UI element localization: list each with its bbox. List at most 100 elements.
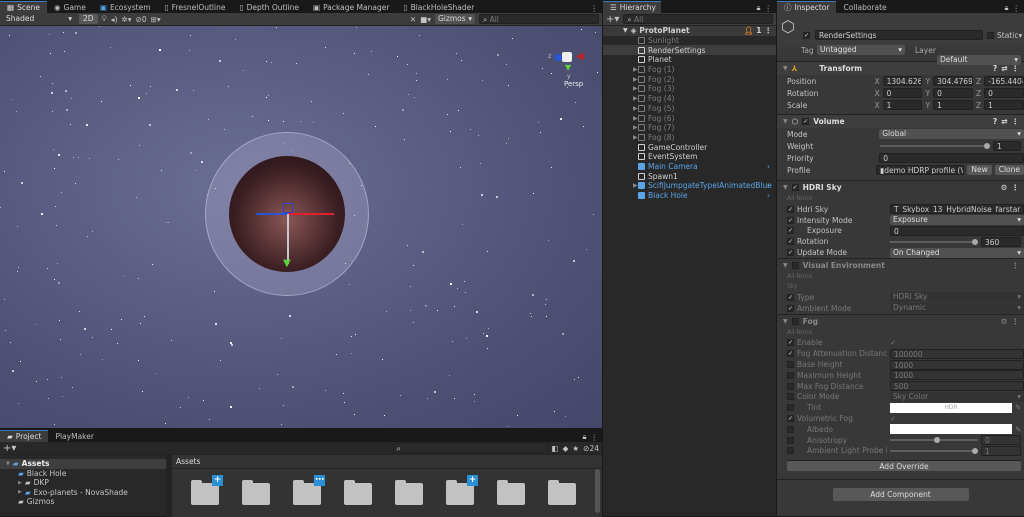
override-checkbox[interactable]: ✓ <box>787 294 794 301</box>
object-name-input[interactable]: RenderSettings <box>815 30 983 40</box>
none-link[interactable]: None <box>796 195 812 202</box>
position-x-input[interactable]: 1304.626 <box>883 76 923 86</box>
more-menu-icon[interactable]: ⋮ <box>765 26 777 35</box>
more-menu-icon[interactable]: ⋮ <box>1012 183 1024 192</box>
axis-y-cone[interactable]: ▼ <box>565 63 571 72</box>
expand-arrow-icon[interactable]: ▶ <box>633 105 638 112</box>
update-dropdown[interactable]: On Changed <box>890 248 1024 258</box>
more-menu-icon[interactable]: ⋮ <box>1012 64 1024 73</box>
shading-dropdown[interactable]: Shaded <box>3 14 75 24</box>
rotation-y-input[interactable]: 0 <box>933 88 973 98</box>
hierarchy-item[interactable]: Main Camera› <box>603 162 776 172</box>
more-menu-icon[interactable]: ⋮ <box>591 4 603 13</box>
active-checkbox[interactable]: ✓ <box>803 32 810 39</box>
filter-label-icon[interactable]: ◆ <box>563 444 569 453</box>
position-y-input[interactable]: 304.4769 <box>933 76 973 86</box>
camera-icon[interactable]: ■▾ <box>420 15 431 24</box>
folder-icon[interactable]: + <box>191 483 219 505</box>
rotation-slider[interactable] <box>890 241 978 243</box>
aniso-slider[interactable] <box>890 439 978 441</box>
chevron-right-icon[interactable]: › <box>767 191 770 200</box>
hierarchy-item[interactable]: Spawn1 <box>603 171 776 181</box>
override-checkbox[interactable]: ✓ <box>787 339 794 346</box>
settings-icon[interactable]: ⚙ <box>1001 317 1008 326</box>
expand-arrow-icon[interactable]: ▶ <box>633 115 638 122</box>
mode-dropdown[interactable]: Global <box>879 129 1024 139</box>
volume-enabled-checkbox[interactable]: ✓ <box>802 118 809 125</box>
foldout-arrow-icon[interactable]: ▼ <box>783 65 788 72</box>
tab-package-manager[interactable]: ▣Package Manager <box>306 1 396 13</box>
override-checkbox[interactable]: ✓ <box>787 206 794 213</box>
hierarchy-item[interactable]: ▶Fog (3) <box>603 84 776 94</box>
probe-input[interactable]: 1 <box>981 446 1021 456</box>
override-checkbox[interactable] <box>787 426 794 433</box>
tab-depth-outline[interactable]: ▯Depth Outline <box>232 1 306 13</box>
fog-checkbox[interactable] <box>792 318 799 325</box>
hierarchy-item[interactable]: ▶Fog (2) <box>603 74 776 84</box>
override-checkbox[interactable]: ✓ <box>787 227 794 234</box>
visual-env-checkbox[interactable] <box>792 262 799 269</box>
project-tree-item[interactable]: ▼▰Assets <box>0 459 166 469</box>
override-checkbox[interactable]: ✓ <box>787 249 794 256</box>
more-menu-icon[interactable]: ⋮ <box>1012 117 1024 126</box>
expand-arrow-icon[interactable]: ▶ <box>633 66 638 73</box>
rotation-z-input[interactable]: 0 <box>984 88 1024 98</box>
hierarchy-item[interactable]: ▶Fog (4) <box>603 94 776 104</box>
hidden-packages-icon[interactable]: ⊘24 <box>583 444 599 453</box>
exposure-input[interactable]: 0 <box>890 226 1024 236</box>
sky-input[interactable]: T_Skybox_13_HybridNoise_farstar <box>890 204 1024 214</box>
add-override-button[interactable]: Add Override <box>787 460 1021 471</box>
expand-arrow-icon[interactable]: ▶ <box>633 95 638 102</box>
project-tree-item[interactable]: ▶▰Exo-planets - NovaShade <box>0 488 166 498</box>
hierarchy-item[interactable]: Sunlight <box>603 36 776 46</box>
tab-fresnel-outline[interactable]: ▯FresnelOutline <box>158 1 233 13</box>
base-input[interactable]: 1000 <box>890 360 1024 370</box>
presets-icon[interactable]: ⇄ <box>1001 117 1007 126</box>
all-link[interactable]: All <box>787 329 794 336</box>
override-checkbox[interactable]: ✓ <box>787 350 794 357</box>
hierarchy-item[interactable]: ▶Fog (6) <box>603 113 776 123</box>
folder-icon[interactable] <box>395 483 423 505</box>
visual-environment-header[interactable]: ▼Visual Environment⋮ <box>777 258 1024 272</box>
add-icon[interactable]: +▾ <box>3 443 16 454</box>
folder-icon[interactable]: ⋯ <box>293 483 321 505</box>
tab-blackhole-shader[interactable]: ▯BlackHoleShader <box>396 1 481 13</box>
tag-dropdown[interactable]: Untagged <box>817 45 905 55</box>
presets-icon[interactable]: ⇄ <box>1001 64 1007 73</box>
2d-toggle[interactable]: 2D <box>79 14 98 24</box>
foldout-arrow-icon[interactable]: ▼ <box>783 262 788 269</box>
breadcrumb[interactable]: Assets <box>172 455 602 469</box>
override-checkbox[interactable] <box>787 437 794 444</box>
tab-playmaker[interactable]: PlayMaker <box>48 430 100 442</box>
override-checkbox[interactable]: ✓ <box>787 305 794 312</box>
grid-icon[interactable]: ⊞▾ <box>151 15 161 24</box>
scene-root[interactable]: ▼◈ProtoPlanet👤︎1⋮ <box>603 26 776 36</box>
tab-collaborate[interactable]: Collaborate <box>836 1 893 13</box>
scrollbar[interactable] <box>595 469 600 513</box>
help-icon[interactable]: ? <box>993 64 997 73</box>
profile-field[interactable]: ▮demo HDRP profile (V <box>876 165 964 175</box>
settings-icon[interactable]: ⚙ <box>1001 183 1008 192</box>
override-checkbox[interactable] <box>787 361 794 368</box>
foldout-arrow-icon[interactable]: ▼ <box>783 318 788 325</box>
enable-toggle[interactable]: ✓ <box>890 339 896 347</box>
move-gizmo-x[interactable] <box>288 213 334 215</box>
persp-label[interactable]: Persp <box>564 80 583 88</box>
weight-slider[interactable] <box>880 145 990 147</box>
all-link[interactable]: All <box>787 273 794 280</box>
none-link[interactable]: None <box>796 273 812 280</box>
chevron-right-icon[interactable]: › <box>767 181 770 190</box>
hierarchy-item[interactable]: Black Hole› <box>603 191 776 201</box>
position-z-input[interactable]: -165.4404 <box>984 76 1024 86</box>
static-checkbox[interactable] <box>987 32 994 39</box>
aniso-input[interactable]: 0 <box>981 435 1021 445</box>
eyedropper-icon[interactable]: ✎ <box>1015 425 1021 434</box>
static-dropdown[interactable]: Static▾ <box>997 31 1022 40</box>
hierarchy-item[interactable]: RenderSettings <box>603 45 776 55</box>
more-menu-icon[interactable]: ⋮ <box>1012 261 1024 270</box>
hierarchy-item[interactable]: EventSystem <box>603 152 776 162</box>
axis-z-cone[interactable]: ● <box>554 52 563 63</box>
override-checkbox[interactable]: ✓ <box>787 415 794 422</box>
expand-arrow-icon[interactable]: ▶ <box>18 480 22 486</box>
scale-y-input[interactable]: 1 <box>933 100 973 110</box>
